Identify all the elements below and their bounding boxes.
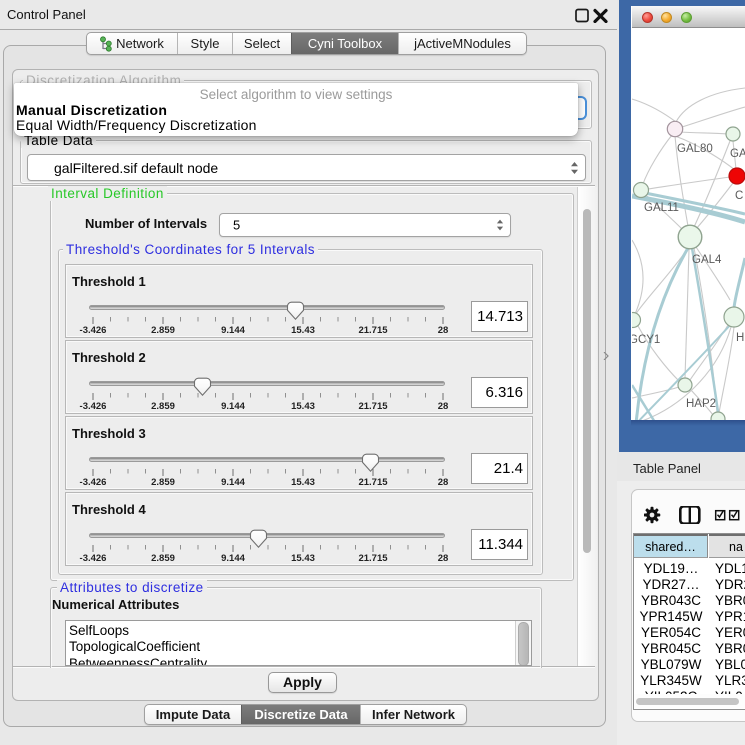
svg-text:GCY1: GCY1 [632,334,660,346]
svg-text:GAL80: GAL80 [677,143,713,155]
svg-text:GAL11: GAL11 [644,202,679,214]
svg-text:HAP2: HAP2 [686,398,716,410]
svg-text:C: C [735,190,743,202]
svg-text:GAL4: GAL4 [692,254,722,266]
svg-text:H: H [736,332,744,344]
svg-text:GA: GA [730,148,745,160]
